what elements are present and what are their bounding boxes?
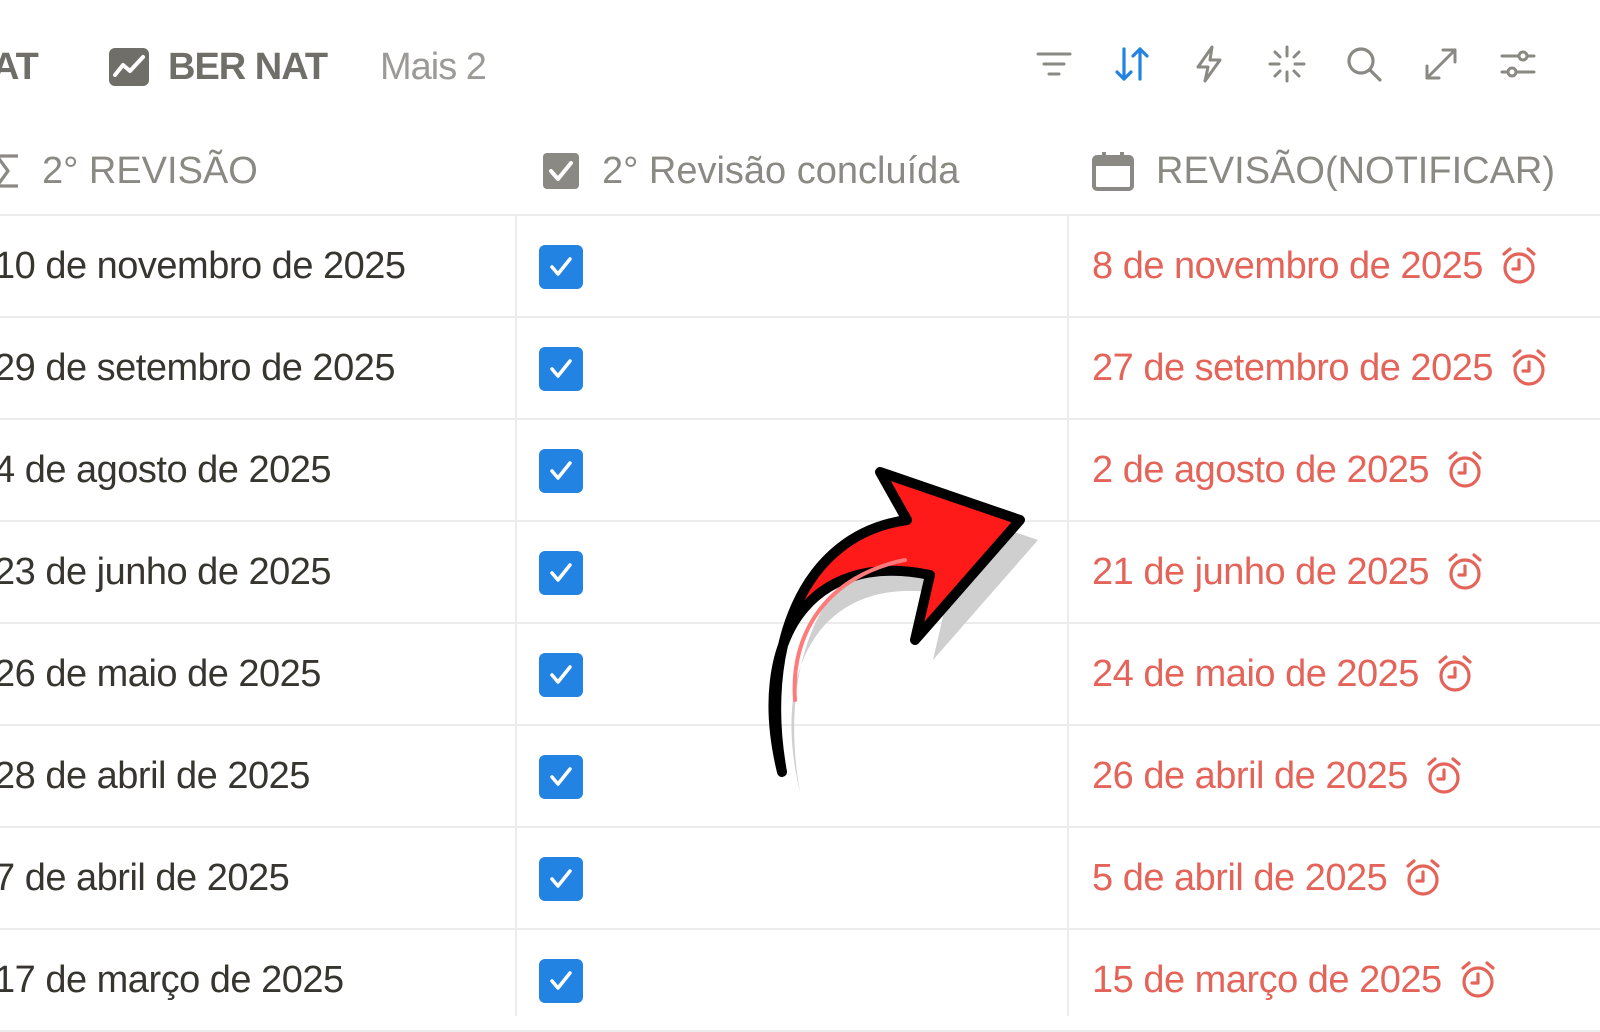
column-header-review2-done[interactable]: 2° Revisão concluída	[542, 128, 959, 214]
alarm-clock-icon	[1424, 756, 1464, 796]
checkmark-icon	[550, 563, 572, 582]
alarm-clock-icon	[1435, 654, 1475, 694]
table-row[interactable]: 4 de agosto de 2025 2 de agosto de 2025	[0, 420, 1600, 522]
chart-line-icon	[109, 48, 149, 86]
tab-ber-nat[interactable]: BER NAT	[108, 44, 328, 90]
table-row[interactable]: 23 de junho de 2025 21 de junho de 2025	[0, 522, 1600, 624]
notify-date-cell[interactable]: 2 de agosto de 2025	[1092, 420, 1485, 520]
tab-label: AT	[0, 45, 39, 88]
checkmark-icon	[550, 461, 572, 480]
alarm-clock-icon	[1445, 552, 1485, 592]
review2-date-cell[interactable]: 29 de setembro de 2025	[0, 318, 395, 418]
column-label: 2° Revisão concluída	[602, 149, 960, 192]
table-row[interactable]: 26 de maio de 2025 24 de maio de 2025	[0, 624, 1600, 726]
checkmark-icon	[550, 257, 572, 276]
alarm-clock-icon	[1403, 858, 1443, 898]
sort-icon	[1115, 47, 1149, 81]
sigma-formula-icon	[0, 153, 20, 189]
column-label: 2° REVISÃO	[42, 149, 258, 192]
notify-date-cell[interactable]: 5 de abril de 2025	[1092, 828, 1443, 928]
table-row[interactable]: 17 de março de 2025 15 de março de 2025	[0, 930, 1600, 1032]
review2-done-checkbox[interactable]	[539, 755, 583, 799]
review2-done-checkbox[interactable]	[539, 449, 583, 493]
expand-icon	[1425, 48, 1457, 80]
alarm-clock-icon	[1499, 246, 1539, 286]
automation-button[interactable]	[1187, 40, 1231, 88]
checkmark-icon	[550, 869, 572, 888]
notify-date-text: 2 de agosto de 2025	[1092, 448, 1430, 491]
review2-done-checkbox[interactable]	[539, 347, 583, 391]
tab-at[interactable]: AT	[0, 44, 39, 90]
review2-done-checkbox[interactable]	[539, 245, 583, 289]
review2-date-cell[interactable]: 4 de agosto de 2025	[0, 420, 332, 520]
notify-date-text: 15 de março de 2025	[1092, 958, 1442, 1001]
table-row[interactable]: 29 de setembro de 2025 27 de setembro de…	[0, 318, 1600, 420]
view-toolbar: AT BER NAT Mais 2	[0, 0, 1600, 130]
notify-date-text: 24 de maio de 2025	[1092, 652, 1419, 695]
review2-done-checkbox[interactable]	[539, 551, 583, 595]
checkmark-icon	[550, 665, 572, 684]
review2-date-cell[interactable]: 23 de junho de 2025	[0, 522, 332, 622]
review2-done-checkbox[interactable]	[539, 653, 583, 697]
notify-date-cell[interactable]: 21 de junho de 2025	[1092, 522, 1485, 622]
expand-button[interactable]	[1419, 40, 1463, 88]
notify-date-text: 21 de junho de 2025	[1092, 550, 1430, 593]
table-body: 10 de novembro de 2025 8 de novembro de …	[0, 216, 1600, 1032]
table-row[interactable]: 7 de abril de 2025 5 de abril de 2025	[0, 828, 1600, 930]
notify-date-cell[interactable]: 8 de novembro de 2025	[1092, 216, 1539, 316]
table-row[interactable]: 28 de abril de 2025 26 de abril de 2025	[0, 726, 1600, 828]
table-header: 2° REVISÃO 2° Revisão concluída REVISÃO(…	[0, 128, 1600, 216]
notify-date-cell[interactable]: 27 de setembro de 2025	[1092, 318, 1549, 418]
review2-date-cell[interactable]: 10 de novembro de 2025	[0, 216, 406, 316]
filter-button[interactable]	[1032, 40, 1076, 88]
automation-bolt-icon	[1196, 45, 1222, 83]
notify-date-cell[interactable]: 24 de maio de 2025	[1092, 624, 1475, 724]
review2-date-cell[interactable]: 7 de abril de 2025	[0, 828, 290, 928]
alarm-clock-icon	[1445, 450, 1485, 490]
notify-date-text: 27 de setembro de 2025	[1092, 346, 1493, 389]
column-header-review2[interactable]: 2° REVISÃO	[0, 128, 258, 214]
column-header-review-notify[interactable]: REVISÃO(NOTIFICAR)	[1092, 128, 1555, 214]
notify-date-text: 8 de novembro de 2025	[1092, 244, 1483, 287]
notify-date-cell[interactable]: 26 de abril de 2025	[1092, 726, 1464, 826]
calendar-icon	[1092, 151, 1134, 191]
search-button[interactable]	[1342, 40, 1386, 88]
ai-sparkle-icon	[1268, 45, 1306, 83]
review2-done-checkbox[interactable]	[539, 959, 583, 1003]
notify-date-cell[interactable]: 15 de março de 2025	[1092, 930, 1498, 1030]
review2-date-cell[interactable]: 28 de abril de 2025	[0, 726, 310, 826]
ai-button[interactable]	[1265, 40, 1309, 88]
checkmark-icon	[550, 359, 572, 378]
review2-date-cell[interactable]: 26 de maio de 2025	[0, 624, 321, 724]
filter-icon	[1036, 52, 1072, 76]
checkbox-icon	[542, 152, 580, 190]
tab-label: Mais 2	[380, 45, 487, 88]
alarm-clock-icon	[1458, 960, 1498, 1000]
table-row[interactable]: 10 de novembro de 2025 8 de novembro de …	[0, 216, 1600, 318]
sort-button[interactable]	[1110, 40, 1154, 88]
column-label: REVISÃO(NOTIFICAR)	[1156, 149, 1556, 192]
alarm-clock-icon	[1509, 348, 1549, 388]
settings-button[interactable]	[1496, 40, 1540, 88]
checkmark-icon	[550, 767, 572, 786]
review2-date-cell[interactable]: 17 de março de 2025	[0, 930, 344, 1030]
settings-sliders-icon	[1500, 50, 1536, 78]
tab-more-views[interactable]: Mais 2	[380, 44, 487, 90]
tab-label: BER NAT	[168, 45, 328, 88]
notify-date-text: 26 de abril de 2025	[1092, 754, 1408, 797]
notify-date-text: 5 de abril de 2025	[1092, 856, 1388, 899]
checkmark-icon	[550, 971, 572, 990]
review2-done-checkbox[interactable]	[539, 857, 583, 901]
search-icon	[1347, 47, 1382, 82]
